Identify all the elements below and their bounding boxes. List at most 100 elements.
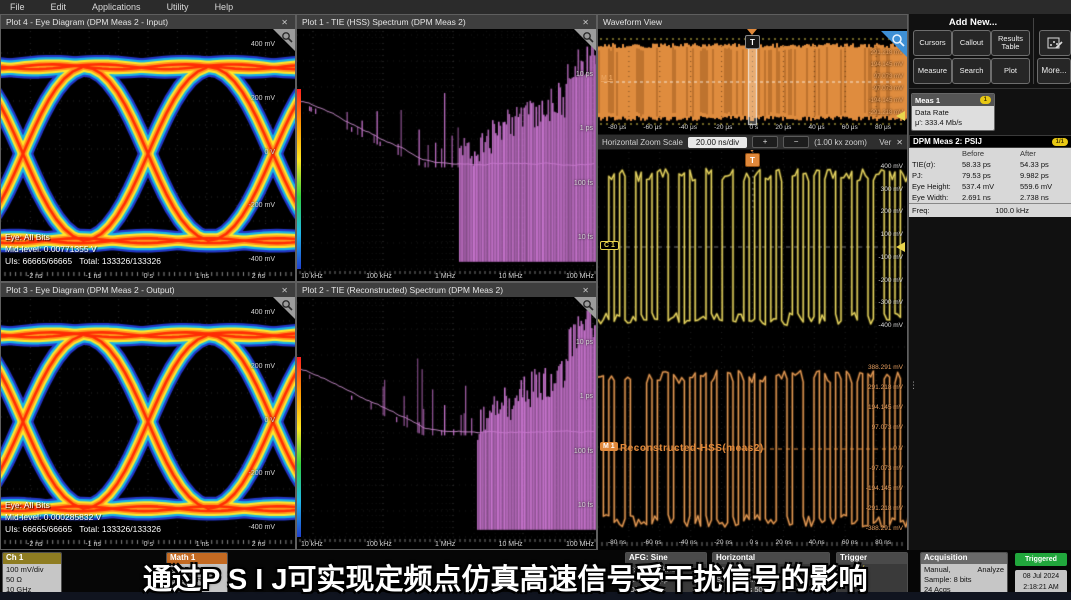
y-tick-label: 194.145 mV <box>868 404 903 411</box>
y-tick-label: 10 fs <box>578 234 593 241</box>
trigger-settings-badge[interactable]: Trigger Edge ╱ 0 V <box>836 552 908 595</box>
more-button[interactable]: More... <box>1037 58 1071 84</box>
y-tick-label: -100 mV <box>878 254 903 261</box>
zoom-math-y-axis: 388.291 mV 291.218 mV 194.145 mV 97.073 … <box>866 364 903 532</box>
plot3-titlebar[interactable]: Plot 3 - Eye Diagram (DPM Meas 2 - Outpu… <box>1 283 295 298</box>
triggered-indicator: Triggered <box>1015 553 1067 566</box>
y-tick-label: 400 mV <box>251 41 275 48</box>
freq-label: Freq: <box>912 206 930 215</box>
close-icon[interactable]: ✕ <box>279 286 290 295</box>
annotation-button[interactable] <box>1039 30 1071 56</box>
acquisition-badge[interactable]: Acquisition Manual, Analyze Sample: 8 bi… <box>920 552 1008 595</box>
zoom-out-button[interactable]: − <box>783 136 809 148</box>
add-callout-button[interactable]: Callout <box>952 30 991 56</box>
y-tick-label: 200 mV <box>251 95 275 102</box>
eye-output-y-axis: 400 mV 200 mV 0 V -200 mV -400 mV <box>249 309 275 531</box>
x-tick-label: 40 ns <box>809 539 825 546</box>
math1-overview-tag[interactable]: M 1 <box>601 75 613 82</box>
eye-diagram-input-plot[interactable]: 400 mV 200 mV 0 V -200 mV -400 mV -2 ns … <box>1 29 295 281</box>
tie-hss-spectrum-plot[interactable]: 10 ps 1 ps 100 fs 10 fs 10 kHz 100 kHz 1… <box>297 29 596 281</box>
menu-file[interactable]: File <box>10 2 25 12</box>
freq-row: Freq: 100.0 kHz <box>909 203 1071 217</box>
waveform-view-titlebar[interactable]: Waveform View <box>598 15 907 30</box>
x-tick-label: -80 μs <box>608 124 626 131</box>
plot1-title: Plot 1 - TIE (HSS) Spectrum (DPM Meas 2) <box>302 17 466 27</box>
spectrum1-x-axis: 10 kHz 100 kHz 1 MHz 10 MHz 100 MHz <box>301 273 594 280</box>
spectrum1-y-axis: 10 ps 1 ps 100 fs 10 fs <box>574 71 593 241</box>
plot2-titlebar[interactable]: Plot 2 - TIE (Reconstructed) Spectrum (D… <box>297 283 596 298</box>
dpm-meas2-header[interactable]: DPM Meas 2: PSIJ 1/1 <box>909 135 1071 148</box>
plot4-title: Plot 4 - Eye Diagram (DPM Meas 2 - Input… <box>6 17 168 27</box>
math1-badge-title: Math 1 <box>167 553 227 564</box>
add-search-button[interactable]: Search <box>952 58 991 84</box>
vertical-label[interactable]: Ver <box>879 138 891 147</box>
x-tick-label: 1 ns <box>196 273 209 280</box>
close-icon[interactable]: ✕ <box>896 138 903 147</box>
trigger-flag-icon[interactable]: T <box>745 153 760 167</box>
y-tick-label: 1 ps <box>580 125 593 132</box>
menu-applications[interactable]: Applications <box>92 2 141 12</box>
oscilloscope-app: File Edit Applications Utility Help Plot… <box>0 0 1071 600</box>
waveform-zoom-icon[interactable] <box>881 31 907 57</box>
y-tick-label: 10 ps <box>576 339 593 346</box>
add-measure-button[interactable]: Measure <box>913 58 952 84</box>
y-tick-label: 97.073 mV <box>874 74 903 80</box>
zoom-in-button[interactable]: + <box>752 136 778 148</box>
add-plot-button[interactable]: Plot <box>991 58 1030 84</box>
close-icon[interactable]: ✕ <box>279 18 290 27</box>
x-tick-label: -40 ns <box>679 539 697 546</box>
meas1-badge[interactable]: Meas 1 1 Data Rate μ': 333.4 Mb/s <box>911 93 995 131</box>
zoom-scale-value[interactable]: 20.00 ns/div <box>688 137 747 148</box>
trigger-flag-icon[interactable]: T <box>745 35 760 49</box>
color-scale-strip <box>297 357 301 537</box>
channel-arrow-icon <box>896 242 905 252</box>
y-tick-label: 100 fs <box>574 448 593 455</box>
y-tick-label: 100 fs <box>574 180 593 187</box>
y-tick-label: 194.145 mV <box>871 62 903 68</box>
horizontal-badge-title: Horizontal <box>713 553 829 564</box>
menu-help[interactable]: Help <box>215 2 234 12</box>
x-tick-label: 0 s <box>144 541 153 548</box>
x-tick-label: 10 MHz <box>499 541 523 548</box>
plot-zoom-icon[interactable] <box>574 29 596 51</box>
col-before: Before <box>962 149 1020 158</box>
y-tick-label: -400 mV <box>249 524 275 531</box>
menu-edit[interactable]: Edit <box>51 2 67 12</box>
math1-settings-badge[interactable]: Math 1 97.07 mV ... Meas2_Re... Meas 2 <box>166 552 228 595</box>
add-cursors-button[interactable]: Cursors <box>913 30 952 56</box>
afg-settings-badge[interactable]: AFG: Sine F: 100.00 kHz A: 50 mVpp Offse… <box>625 552 707 595</box>
tie-recon-spectrum-plot[interactable]: 10 ps 1 ps 100 fs 10 fs 10 kHz 100 kHz 1… <box>297 297 596 549</box>
waveform-view-body[interactable]: M 1 T 291.218 mV 194.145 mV 97.073 mV -9… <box>598 29 907 549</box>
tie-hss-spectrum-canvas[interactable] <box>297 29 596 281</box>
x-tick-label: 60 ns <box>842 539 858 546</box>
menu-bar: File Edit Applications Utility Help <box>0 0 1071 14</box>
math1-badge[interactable]: M 1 <box>600 442 618 451</box>
divider <box>909 88 1071 89</box>
ch1-settings-badge[interactable]: Ch 1 100 mV/div 50 Ω 10 GHz <box>2 552 62 595</box>
close-icon[interactable]: ✕ <box>580 286 591 295</box>
meas1-type: Data Rate <box>915 108 991 118</box>
plot1-titlebar[interactable]: Plot 1 - TIE (HSS) Spectrum (DPM Meas 2)… <box>297 15 596 30</box>
plot-zoom-icon[interactable] <box>574 297 596 319</box>
menu-utility[interactable]: Utility <box>167 2 189 12</box>
close-icon[interactable]: ✕ <box>580 18 591 27</box>
meas1-value: μ': 333.4 Mb/s <box>915 118 991 128</box>
eye-output-stats: Eye: All Bits Mid-level: 0.000285832 V U… <box>5 500 161 536</box>
horizontal-settings-badge[interactable]: Horizontal 20 μs/div SR: 25 GS/s RL: 5 M… <box>712 552 830 595</box>
y-tick-label: 0 V <box>893 445 903 452</box>
x-tick-label: 10 kHz <box>301 273 323 280</box>
plot-zoom-icon[interactable] <box>273 297 295 319</box>
panel-splitter-handle[interactable]: ⋮ <box>909 380 918 391</box>
plot3-title: Plot 3 - Eye Diagram (DPM Meas 2 - Outpu… <box>6 285 175 295</box>
y-tick-label: 400 mV <box>881 163 903 170</box>
waveform-zoom-canvas[interactable] <box>598 150 907 550</box>
plot-zoom-icon[interactable] <box>273 29 295 51</box>
x-tick-label: -20 μs <box>714 124 732 131</box>
channel1-badge[interactable]: C 1 <box>600 241 619 250</box>
table-row: Eye Height:537.4 mV559.6 mV <box>909 181 1071 192</box>
y-tick-label: 97.073 mV <box>872 424 903 431</box>
plot4-titlebar[interactable]: Plot 4 - Eye Diagram (DPM Meas 2 - Input… <box>1 15 295 30</box>
add-results-table-button[interactable]: Results Table <box>991 30 1030 56</box>
eye-diagram-output-plot[interactable]: 400 mV 200 mV 0 V -200 mV -400 mV -2 ns … <box>1 297 295 549</box>
tie-recon-spectrum-canvas[interactable] <box>297 297 596 549</box>
